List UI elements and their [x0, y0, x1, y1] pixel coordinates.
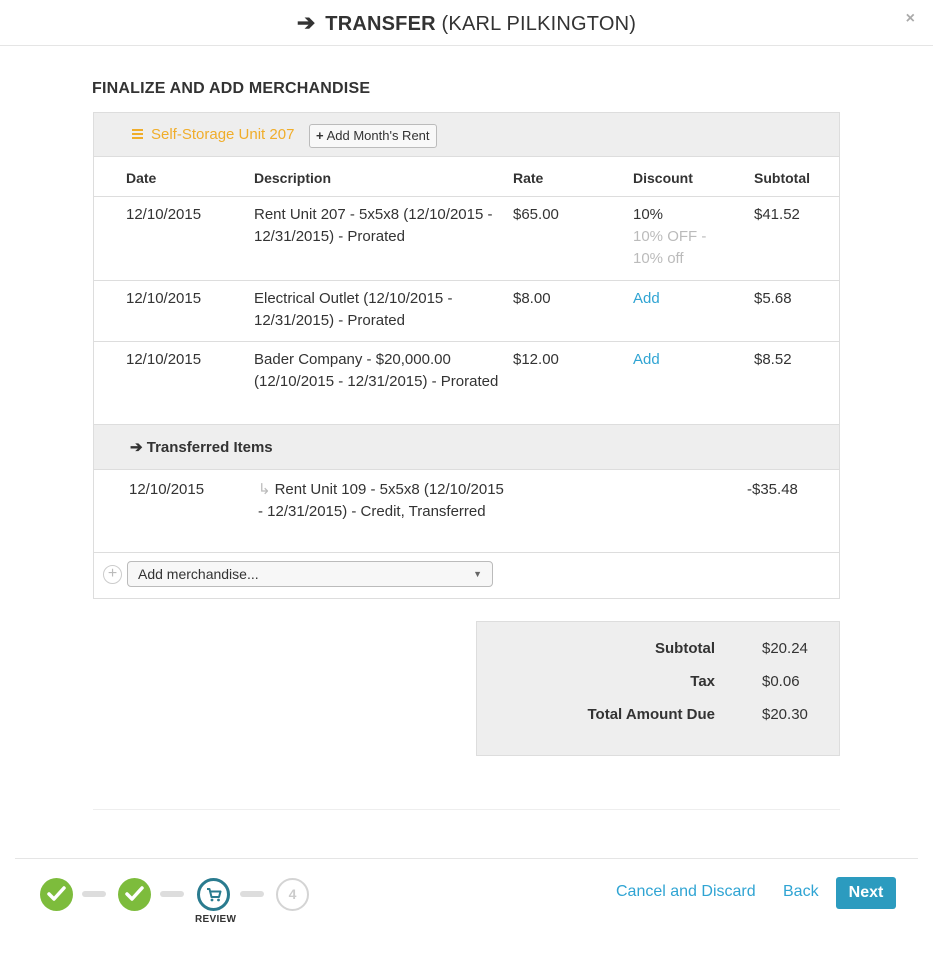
subtotal-row: Subtotal $20.24 [477, 640, 839, 662]
row-description: Electrical Outlet (12/10/2015 - 12/31/20… [254, 290, 453, 329]
step-connector [240, 891, 264, 897]
add-merchandise-row: + Add merchandise... ▼ [94, 553, 839, 599]
total-label: Total Amount Due [587, 706, 716, 723]
step-3-current [197, 878, 230, 911]
row-date: 12/10/2015 [126, 290, 202, 307]
step-2-complete [118, 878, 151, 911]
tax-label: Tax [690, 673, 715, 690]
step-4-pending: 4 [276, 878, 309, 911]
unit-name[interactable]: Self-Storage Unit 207 [151, 126, 294, 143]
modal-header: ➔ TRANSFER (KARL PILKINGTON) × [0, 0, 933, 46]
modal-title: ➔ TRANSFER (KARL PILKINGTON) [297, 10, 636, 36]
column-subtotal: Subtotal [754, 170, 810, 186]
add-rent-label: Add Month's Rent [326, 128, 430, 143]
plus-circle-icon[interactable]: + [103, 565, 122, 584]
row-rate: $8.00 [513, 290, 551, 307]
transferred-items-bar: ➔ Transferred Items [94, 425, 839, 470]
total-row: Total Amount Due $20.30 [477, 706, 839, 728]
table-row: 12/10/2015 Rent Unit 207 - 5x5x8 (12/10/… [94, 197, 839, 281]
total-value: $20.30 [762, 706, 808, 723]
totals-panel: Subtotal $20.24 Tax $0.06 Total Amount D… [476, 621, 840, 756]
sub-item-arrow-icon: ↳ [258, 481, 271, 498]
add-merchandise-select[interactable]: Add merchandise... ▼ [127, 561, 493, 587]
column-discount: Discount [633, 170, 693, 186]
divider [93, 809, 840, 810]
transferred-row: 12/10/2015 ↳ Rent Unit 109 - 5x5x8 (12/10… [94, 470, 839, 553]
cart-table: Self-Storage Unit 207 + Add Month's Rent … [93, 112, 840, 599]
footer-divider [15, 858, 918, 859]
table-header: Date Description Rate Discount Subtotal [94, 157, 839, 197]
table-row: 12/10/2015 Electrical Outlet (12/10/2015… [94, 281, 839, 342]
customer-name: (KARL PILKINGTON) [441, 13, 637, 35]
cancel-and-discard-link[interactable]: Cancel and Discard [616, 883, 756, 901]
row-date: 12/10/2015 [126, 351, 202, 368]
subtotal-label: Subtotal [655, 640, 715, 657]
row-rate: $12.00 [513, 351, 559, 368]
row-rate: $65.00 [513, 206, 559, 223]
step-connector [82, 891, 106, 897]
chevron-down-icon: ▼ [473, 569, 482, 579]
row-description: Bader Company - $20,000.00 (12/10/2015 -… [254, 351, 499, 390]
row-subtotal: $8.52 [754, 351, 792, 368]
tax-row: Tax $0.06 [477, 673, 839, 695]
add-discount-link[interactable]: Add [633, 288, 660, 310]
step-current-label: REVIEW [195, 914, 237, 925]
section-title: FINALIZE AND ADD MERCHANDISE [92, 80, 371, 97]
merchandise-placeholder: Add merchandise... [138, 566, 259, 582]
discount-note: 10% OFF - 10% off [633, 228, 707, 267]
back-link[interactable]: Back [783, 883, 819, 901]
add-months-rent-button[interactable]: + Add Month's Rent [309, 124, 437, 148]
subtotal-value: $20.24 [762, 640, 808, 657]
row-subtotal: -$35.48 [747, 481, 798, 498]
column-date: Date [126, 170, 157, 186]
next-button[interactable]: Next [836, 877, 896, 909]
arrow-right-icon: ➔ [296, 10, 316, 35]
column-rate: Rate [513, 170, 544, 186]
row-date: 12/10/2015 [126, 206, 202, 223]
plus-icon: + [316, 128, 324, 143]
check-icon [125, 886, 144, 901]
step-1-complete [40, 878, 73, 911]
row-description: ↳ Rent Unit 109 - 5x5x8 (12/10/2015 - 12/… [258, 479, 508, 523]
discount-value: 10% [633, 206, 664, 223]
storage-unit-icon [132, 129, 143, 139]
transferred-description: Rent Unit 109 - 5x5x8 (12/10/2015 - 12/3… [258, 481, 504, 520]
add-discount-link[interactable]: Add [633, 349, 660, 371]
shopping-cart-icon [207, 888, 222, 902]
column-description: Description [254, 170, 332, 186]
step-connector [160, 891, 184, 897]
tax-value: $0.06 [762, 673, 800, 690]
row-discount: 10% 10% OFF - 10% off [633, 204, 733, 270]
close-icon[interactable]: × [906, 10, 915, 28]
row-subtotal: $41.52 [754, 206, 800, 223]
row-description: Rent Unit 207 - 5x5x8 (12/10/2015 - 12/3… [254, 206, 493, 245]
title-text: TRANSFER [325, 13, 436, 35]
row-subtotal: $5.68 [754, 290, 792, 307]
transferred-items-label: ➔ Transferred Items [130, 439, 273, 456]
unit-bar: Self-Storage Unit 207 + Add Month's Rent [94, 113, 839, 157]
check-icon [47, 886, 66, 901]
table-row: 12/10/2015 Bader Company - $20,000.00 (1… [94, 342, 839, 425]
row-date: 12/10/2015 [129, 481, 205, 498]
